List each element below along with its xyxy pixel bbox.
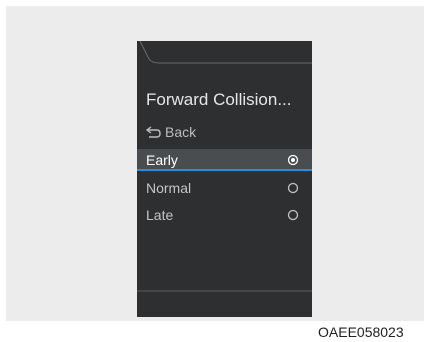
radio-unselected-icon [287, 209, 299, 221]
radio-selected-icon [287, 154, 299, 166]
option-label: Late [146, 207, 174, 223]
menu-title: Forward Collision... [146, 90, 292, 109]
back-arrow-icon [146, 126, 161, 138]
option-label: Early [146, 152, 178, 168]
option-label: Normal [146, 180, 192, 196]
back-button[interactable]: Back [146, 124, 196, 140]
option-normal[interactable]: Normal [137, 177, 312, 199]
option-late[interactable]: Late [137, 204, 312, 226]
radio-unselected-icon [287, 182, 299, 194]
back-label: Back [165, 124, 197, 140]
figure-code: OAEE058023 [318, 324, 404, 340]
cluster-display: Forward Collision... Back Early Normal L… [137, 41, 312, 317]
option-early[interactable]: Early [137, 149, 312, 171]
